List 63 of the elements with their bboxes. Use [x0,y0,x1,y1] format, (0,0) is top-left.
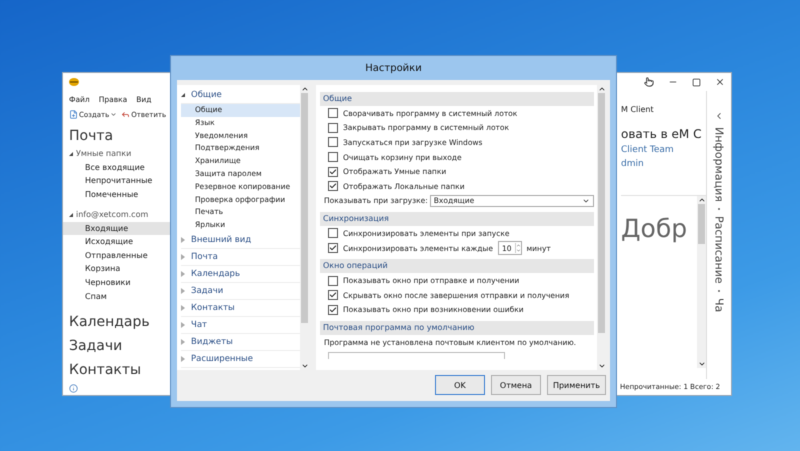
scroll-up-icon[interactable] [300,85,308,93]
side-tab[interactable]: Ча [712,298,726,312]
spin-up-icon[interactable] [516,243,521,248]
message-preview-text: Добр [621,213,688,245]
info-icon[interactable] [69,384,78,393]
app-logo-icon [69,78,79,86]
message-recipient: dmin [621,159,645,169]
checkbox[interactable] [328,243,338,254]
nav-section[interactable]: Почта [69,122,171,147]
section-header: Общие [320,92,594,106]
checkbox[interactable] [328,228,338,238]
scroll-down-icon[interactable] [300,362,308,370]
dialog-button[interactable]: OK [434,375,485,395]
input-field[interactable] [328,352,505,359]
reply-arrow-icon [121,110,130,120]
scroll-down-icon[interactable] [598,362,606,370]
pane-title: M Client [621,105,655,116]
scroll-up-icon[interactable] [598,85,606,93]
scroll-thumb[interactable] [698,204,705,244]
dialog-title: Настройки [364,62,423,76]
message-sender: Client Team [621,145,675,155]
folder-group[interactable]: Умные папки [69,146,171,161]
checkbox[interactable] [328,166,338,177]
folder-item[interactable]: Входящие [63,222,171,236]
section-header: Синхронизация [320,212,594,226]
nav-section[interactable]: Задачи [69,333,171,358]
scroll-thumb[interactable] [598,93,605,333]
checkbox[interactable] [328,122,338,133]
side-tab[interactable]: Расписание [712,216,726,284]
nav-section[interactable]: Контакты [69,357,171,382]
section-header: Почтовая программа по умолчанию [320,321,594,336]
folder-item[interactable]: Помеченные [63,188,171,202]
checkbox[interactable] [328,137,338,148]
nav-section[interactable]: Календарь [69,309,171,334]
folder-item[interactable]: Черновики [63,276,171,290]
checkbox[interactable] [328,108,338,118]
checkbox[interactable] [328,304,338,315]
folder-group[interactable]: info@xetcom.com [69,208,171,222]
scroll-down-icon[interactable] [698,360,706,368]
scroll-up-icon[interactable] [698,196,706,204]
touch-mode-icon[interactable] [644,77,654,87]
checkbox[interactable] [328,276,338,286]
folder-item[interactable]: Все входящие [63,160,171,174]
folder-item[interactable]: Непрочитанные [63,174,171,188]
folder-item[interactable]: Исходящие [63,235,171,249]
dialog-button[interactable]: Применить [546,375,606,395]
side-tab[interactable]: Информация [712,127,726,202]
folder-item[interactable]: Корзина [63,262,171,276]
folder-item[interactable]: Спам [63,290,171,304]
scroll-thumb[interactable] [301,93,308,323]
maximize-icon[interactable] [692,78,701,86]
scrollbar[interactable] [697,196,706,368]
section-header: Окно операций [320,259,594,274]
message-subject: овать в eM C [621,127,702,141]
checkbox[interactable] [328,181,338,192]
checkbox[interactable] [328,152,338,162]
folder-item[interactable]: Отправленные [63,248,171,262]
spin-down-icon[interactable] [516,248,521,254]
checkbox[interactable] [328,290,338,300]
dialog-button[interactable]: Отмена [490,375,541,395]
new-document-icon [69,110,78,120]
caret-icon [110,111,118,118]
close-icon[interactable] [715,77,725,87]
